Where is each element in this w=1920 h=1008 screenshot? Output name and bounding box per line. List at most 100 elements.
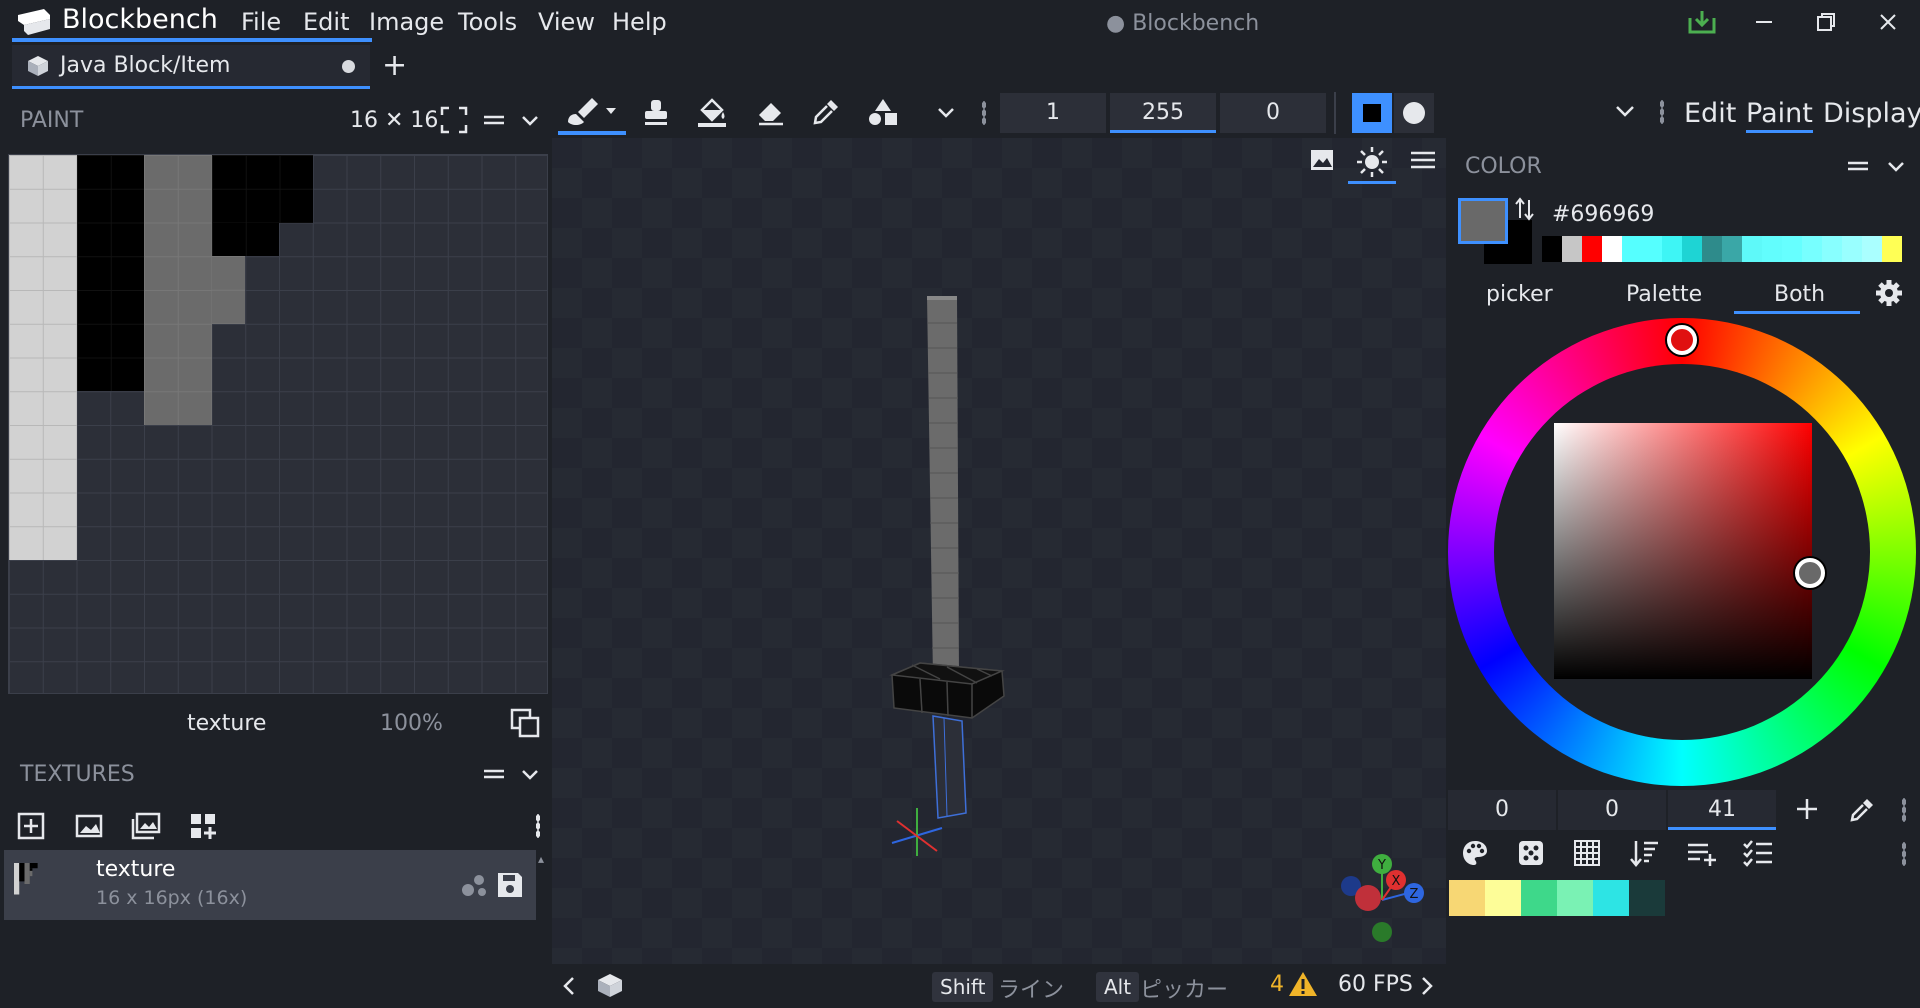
lighting-toggle-icon[interactable]: [1348, 142, 1396, 184]
restore-button[interactable]: [1806, 4, 1846, 40]
close-button[interactable]: [1868, 4, 1908, 40]
palette-icon[interactable]: [1460, 838, 1490, 868]
hue-field[interactable]: 0: [1448, 790, 1556, 830]
menu-edit[interactable]: Edit: [303, 8, 349, 36]
palette-color-11[interactable]: [1762, 236, 1782, 262]
new-tab-button[interactable]: +: [382, 48, 407, 83]
scroll-up-icon[interactable]: ▴: [538, 852, 548, 868]
mode-dropdown-icon[interactable]: [1614, 100, 1636, 122]
uv-editor-canvas[interactable]: [8, 154, 548, 694]
viewport-menu-icon[interactable]: [1410, 148, 1436, 172]
texture-gallery-icon[interactable]: [130, 811, 162, 841]
palette-grid-icon[interactable]: [1572, 838, 1602, 868]
hsv-more-icon[interactable]: [1902, 798, 1906, 822]
warning-count[interactable]: 4: [1270, 972, 1284, 997]
color-tab-both[interactable]: Both: [1774, 282, 1825, 307]
color-tab-picker[interactable]: picker: [1486, 282, 1553, 307]
copy-texture-icon[interactable]: [510, 708, 540, 738]
brush-shape-square-button[interactable]: [1352, 93, 1392, 133]
palette-checklist-icon[interactable]: [1742, 838, 1774, 868]
color-panel-menu-icon[interactable]: [1846, 156, 1870, 176]
saturation-value-square[interactable]: [1554, 423, 1812, 679]
palette-color-7[interactable]: [1682, 236, 1702, 262]
color-settings-icon[interactable]: [1874, 278, 1904, 308]
palette-tools-more-icon[interactable]: [1902, 842, 1906, 866]
shape-tool[interactable]: [863, 92, 903, 132]
panel-menu-icon[interactable]: [482, 110, 506, 130]
color-panel-collapse-icon[interactable]: [1886, 156, 1906, 176]
import-texture-icon[interactable]: [16, 811, 46, 841]
mode-tab-edit[interactable]: Edit: [1684, 98, 1736, 129]
textures-collapse-icon[interactable]: [520, 764, 540, 784]
menu-help[interactable]: Help: [612, 8, 667, 36]
3d-viewport[interactable]: Y X Z: [552, 138, 1446, 964]
add-texture-group-icon[interactable]: [188, 811, 218, 841]
sort-palette-icon[interactable]: [1628, 838, 1660, 868]
eraser-tool[interactable]: [750, 92, 790, 132]
saved-color-swatch-5[interactable]: [1629, 880, 1665, 916]
value-field[interactable]: 41: [1668, 790, 1776, 830]
mode-more-icon[interactable]: [1660, 100, 1664, 124]
status-format-icon[interactable]: [594, 971, 626, 1001]
sv-handle[interactable]: [1795, 558, 1825, 588]
swap-colors-icon[interactable]: [1514, 196, 1536, 222]
primary-color-swatch[interactable]: [1458, 198, 1508, 244]
toolbar-more-icon[interactable]: [982, 101, 986, 125]
saved-color-swatch-3[interactable]: [1557, 880, 1593, 916]
palette-color-15[interactable]: [1842, 236, 1862, 262]
install-update-icon[interactable]: [1682, 4, 1722, 40]
saved-color-swatch-4[interactable]: [1593, 880, 1629, 916]
mode-tab-display[interactable]: Display: [1823, 98, 1920, 129]
hue-handle[interactable]: [1667, 325, 1697, 355]
palette-color-17[interactable]: [1882, 236, 1902, 262]
status-next-icon[interactable]: [1418, 974, 1436, 998]
saturation-field[interactable]: 0: [1558, 790, 1666, 830]
create-texture-icon[interactable]: [74, 811, 104, 841]
save-texture-icon[interactable]: [496, 871, 524, 899]
color-tab-palette[interactable]: Palette: [1626, 282, 1702, 307]
fill-bucket-tool[interactable]: [692, 92, 732, 132]
brush-softness-field[interactable]: 0: [1220, 93, 1326, 133]
palette-color-9[interactable]: [1722, 236, 1742, 262]
tab-java-block-item[interactable]: Java Block/Item: [12, 45, 370, 89]
menu-tools[interactable]: Tools: [458, 8, 517, 36]
status-prev-icon[interactable]: [560, 974, 578, 998]
palette-color-10[interactable]: [1742, 236, 1762, 262]
generate-palette-icon[interactable]: [1516, 838, 1546, 868]
color-hex-value[interactable]: #696969: [1552, 202, 1654, 227]
menu-view[interactable]: View: [538, 8, 595, 36]
texture-list-item[interactable]: texture 16 x 16px (16x): [4, 850, 536, 920]
palette-color-12[interactable]: [1782, 236, 1802, 262]
palette-color-13[interactable]: [1802, 236, 1822, 262]
menu-file[interactable]: File: [241, 8, 281, 36]
palette-color-2[interactable]: [1582, 236, 1602, 262]
background-image-icon[interactable]: [1308, 146, 1336, 174]
saved-color-swatch-1[interactable]: [1485, 880, 1521, 916]
particle-icon[interactable]: [460, 872, 488, 898]
textures-more-icon[interactable]: [536, 814, 540, 838]
brush-shape-circle-button[interactable]: [1394, 93, 1434, 133]
axis-navigation-gizmo[interactable]: Y X Z: [1332, 850, 1432, 950]
fullscreen-icon[interactable]: [440, 106, 468, 134]
add-to-palette-icon[interactable]: [1686, 838, 1718, 868]
palette-color-1[interactable]: [1562, 236, 1582, 262]
unsaved-indicator-icon[interactable]: [342, 60, 355, 73]
add-color-icon[interactable]: [1794, 796, 1820, 822]
palette-color-8[interactable]: [1702, 236, 1722, 262]
palette-color-6[interactable]: [1662, 236, 1682, 262]
more-tools-icon[interactable]: [926, 92, 966, 132]
clone-stamp-tool[interactable]: [636, 92, 676, 132]
brush-tool[interactable]: [558, 92, 626, 132]
palette-color-5[interactable]: [1642, 236, 1662, 262]
brush-opacity-field[interactable]: 255: [1110, 93, 1216, 133]
brush-size-field[interactable]: 1: [1000, 93, 1106, 133]
palette-color-0[interactable]: [1542, 236, 1562, 262]
minimize-button[interactable]: [1744, 4, 1784, 40]
textures-panel-menu-icon[interactable]: [482, 764, 506, 784]
color-picker-tool[interactable]: [806, 92, 846, 132]
eyedropper-icon[interactable]: [1848, 796, 1876, 824]
collapse-panel-icon[interactable]: [520, 110, 540, 130]
saved-color-swatch-2[interactable]: [1521, 880, 1557, 916]
palette-color-14[interactable]: [1822, 236, 1842, 262]
menu-image[interactable]: Image: [369, 8, 444, 36]
